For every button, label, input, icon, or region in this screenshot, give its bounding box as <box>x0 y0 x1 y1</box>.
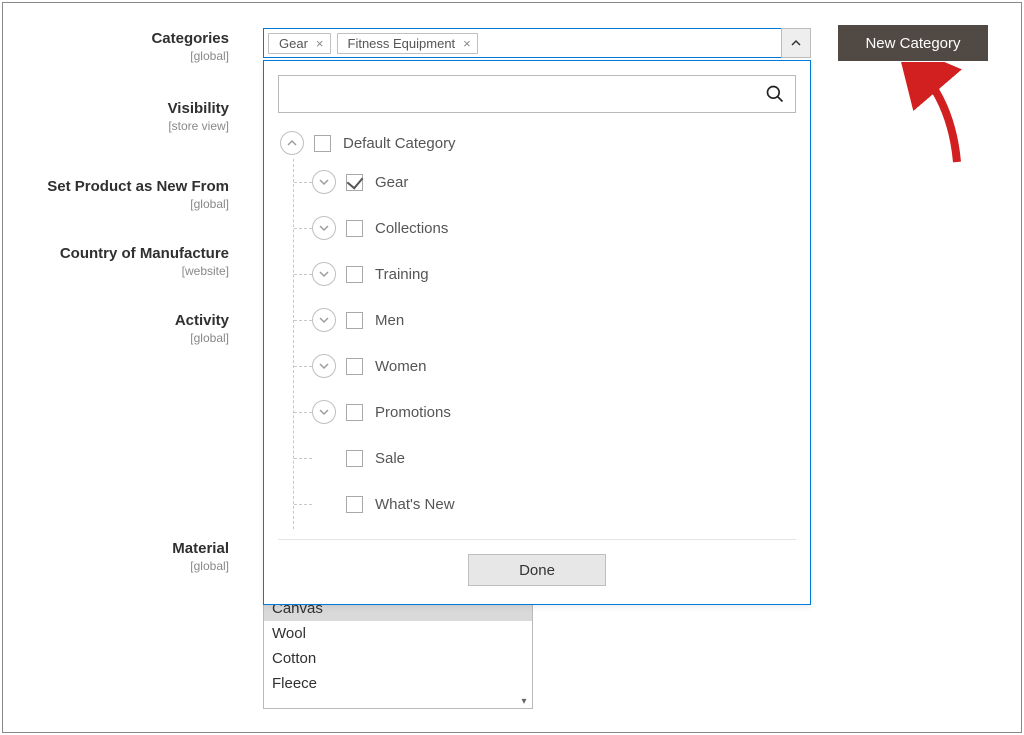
checkbox-gear[interactable] <box>346 174 363 191</box>
chevron-down-icon <box>319 177 329 187</box>
checkbox-whatsnew[interactable] <box>346 496 363 513</box>
label-material: Material [global] <box>172 540 229 573</box>
tree-row-whatsnew[interactable]: What's New <box>312 481 796 527</box>
label-country: Country of Manufacture [website] <box>60 245 229 278</box>
tag-gear[interactable]: Gear × <box>268 33 331 54</box>
tree-toggle-collections[interactable] <box>312 216 336 240</box>
tag-fitness[interactable]: Fitness Equipment × <box>337 33 478 54</box>
dropdown-divider <box>278 539 796 540</box>
checkbox-collections[interactable] <box>346 220 363 237</box>
category-search-wrap <box>278 75 796 113</box>
label-activity-text: Activity <box>175 312 229 329</box>
chevron-down-icon <box>319 361 329 371</box>
material-option-wool[interactable]: Wool <box>264 621 532 646</box>
done-button[interactable]: Done <box>468 554 606 586</box>
tree-toggle-root[interactable] <box>280 131 304 155</box>
tag-gear-label: Gear <box>279 36 308 51</box>
checkbox-root[interactable] <box>314 135 331 152</box>
new-category-button[interactable]: New Category <box>838 25 988 61</box>
tree-toggle-training[interactable] <box>312 262 336 286</box>
label-visibility: Visibility [store view] <box>168 100 229 133</box>
categories-collapse-toggle[interactable] <box>781 28 811 58</box>
label-visibility-scope: [store view] <box>168 119 229 133</box>
material-option-fleece[interactable]: Fleece <box>264 671 532 696</box>
tree-label-root: Default Category <box>343 135 456 152</box>
category-tree: Default Category Gear Collections <box>278 127 796 529</box>
checkbox-women[interactable] <box>346 358 363 375</box>
categories-tags-field[interactable]: Gear × Fitness Equipment × <box>263 28 811 58</box>
tree-toggle-men[interactable] <box>312 308 336 332</box>
tag-gear-remove-icon[interactable]: × <box>316 37 324 50</box>
tree-label-women: Women <box>375 358 426 375</box>
search-icon <box>765 84 785 104</box>
tree-row-sale[interactable]: Sale <box>312 435 796 481</box>
tree-label-men: Men <box>375 312 404 329</box>
label-categories: Categories [global] <box>151 30 229 63</box>
chevron-down-icon <box>319 315 329 325</box>
material-scroll-down-icon[interactable]: ▾ <box>517 687 531 707</box>
tree-toggle-women[interactable] <box>312 354 336 378</box>
tree-row-men[interactable]: Men <box>312 297 796 343</box>
tag-fitness-label: Fitness Equipment <box>348 36 456 51</box>
label-categories-scope: [global] <box>151 49 229 63</box>
tree-label-training: Training <box>375 266 429 283</box>
new-category-button-label: New Category <box>865 35 960 52</box>
tree-label-gear: Gear <box>375 174 408 191</box>
material-option-cotton[interactable]: Cotton <box>264 646 532 671</box>
checkbox-training[interactable] <box>346 266 363 283</box>
label-categories-text: Categories <box>151 30 229 47</box>
tree-label-promotions: Promotions <box>375 404 451 421</box>
tree-row-women[interactable]: Women <box>312 343 796 389</box>
tree-row-promotions[interactable]: Promotions <box>312 389 796 435</box>
category-search-input[interactable] <box>279 76 795 112</box>
label-new-from: Set Product as New From [global] <box>47 178 229 211</box>
material-select[interactable]: Canvas Wool Cotton Fleece ▾ <box>263 595 533 709</box>
label-new-from-text: Set Product as New From <box>47 178 229 195</box>
tree-label-collections: Collections <box>375 220 448 237</box>
label-visibility-text: Visibility <box>168 100 229 117</box>
chevron-down-icon <box>319 407 329 417</box>
tree-label-whatsnew: What's New <box>375 496 455 513</box>
categories-dropdown-panel: Default Category Gear Collections <box>263 60 811 605</box>
tree-row-collections[interactable]: Collections <box>312 205 796 251</box>
chevron-up-icon <box>287 138 297 148</box>
tree-row-gear[interactable]: Gear <box>312 159 796 205</box>
tree-toggle-gear[interactable] <box>312 170 336 194</box>
label-activity: Activity [global] <box>175 312 229 345</box>
chevron-up-icon <box>791 38 801 48</box>
label-country-scope: [website] <box>60 264 229 278</box>
chevron-down-icon <box>319 223 329 233</box>
label-activity-scope: [global] <box>175 331 229 345</box>
checkbox-men[interactable] <box>346 312 363 329</box>
label-new-from-scope: [global] <box>47 197 229 211</box>
chevron-down-icon <box>319 269 329 279</box>
tree-toggle-promotions[interactable] <box>312 400 336 424</box>
tree-row-root[interactable]: Default Category <box>278 127 796 159</box>
label-material-scope: [global] <box>172 559 229 573</box>
checkbox-promotions[interactable] <box>346 404 363 421</box>
label-country-text: Country of Manufacture <box>60 245 229 262</box>
tree-children: Gear Collections Training <box>293 159 796 529</box>
label-material-text: Material <box>172 540 229 557</box>
tag-fitness-remove-icon[interactable]: × <box>463 37 471 50</box>
done-button-label: Done <box>519 562 555 579</box>
checkbox-sale[interactable] <box>346 450 363 467</box>
tree-label-sale: Sale <box>375 450 405 467</box>
tree-row-training[interactable]: Training <box>312 251 796 297</box>
